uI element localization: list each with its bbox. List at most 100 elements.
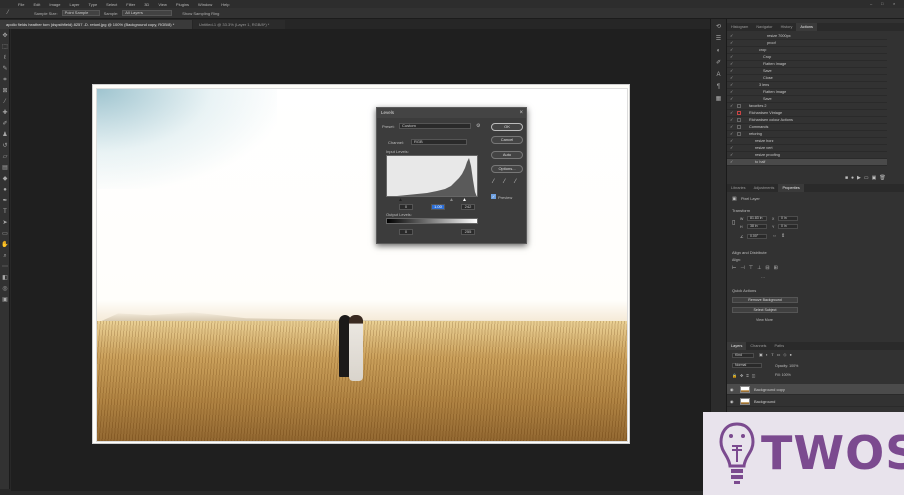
width-field[interactable]: 81.83 in: [747, 216, 767, 221]
frame-tool-icon[interactable]: ⊠: [1, 87, 9, 95]
close-icon[interactable]: ×: [893, 1, 895, 6]
tab-adjustments[interactable]: Adjustments: [750, 184, 779, 192]
height-field[interactable]: 38 in: [747, 224, 767, 229]
brush-tool-icon[interactable]: ✐: [1, 120, 9, 128]
output-gradient[interactable]: [386, 218, 478, 224]
preset-options-icon[interactable]: ⚙: [476, 123, 480, 129]
shape-tool-icon[interactable]: ▭: [1, 230, 9, 238]
quick-select-tool-icon[interactable]: ✎: [1, 65, 9, 73]
tab-layers[interactable]: Layers: [727, 342, 747, 350]
opacity-control[interactable]: Opacity: 100%: [775, 364, 798, 368]
tab-histogram[interactable]: Histogram: [727, 23, 752, 31]
more-icon[interactable]: ···: [761, 275, 765, 280]
select-subject-button[interactable]: Select Subject: [732, 307, 798, 313]
menu-layer[interactable]: Layer: [69, 2, 79, 7]
move-tool-icon[interactable]: ✥: [1, 32, 9, 40]
swatches-panel-icon[interactable]: ▦: [714, 95, 723, 103]
action-row[interactable]: ✓ Save: [727, 96, 887, 103]
sample-size-select[interactable]: Point Sample: [61, 10, 100, 16]
lock-icons[interactable]: 🔒✥⌗◫: [732, 373, 758, 378]
action-set-row[interactable]: ✓ Commands: [727, 124, 887, 131]
tab-libraries[interactable]: Libraries: [727, 184, 750, 192]
action-set-row[interactable]: ✓ favorites 2: [727, 103, 887, 110]
action-row[interactable]: ✓ to half: [727, 159, 887, 166]
cancel-button[interactable]: Cancel: [491, 136, 523, 144]
action-set-row[interactable]: ✓ Richardsen Vintage: [727, 110, 887, 117]
menu-window[interactable]: Window: [198, 2, 212, 7]
action-row[interactable]: ✓ resize vert: [727, 145, 887, 152]
align-buttons[interactable]: ⊢⊣⊤⊥⊟⊞: [732, 265, 782, 271]
action-row[interactable]: ✓ resize horz: [727, 138, 887, 145]
layer-row[interactable]: ◉ Background: [727, 396, 904, 407]
action-row[interactable]: ✓ Save: [727, 68, 887, 75]
tab-history[interactable]: History: [777, 23, 797, 31]
menu-edit[interactable]: Edit: [33, 2, 40, 7]
tab-document-1[interactable]: apollo fields heather tom (dspsthfield) …: [0, 20, 192, 29]
tab-navigator[interactable]: Navigator: [752, 23, 776, 31]
action-row[interactable]: ✓ Flatten Image: [727, 89, 887, 96]
tab-properties[interactable]: Properties: [778, 184, 804, 192]
menu-image[interactable]: Image: [49, 2, 60, 7]
blur-tool-icon[interactable]: ◆: [1, 175, 9, 183]
fill-control[interactable]: Fill: 100%: [775, 373, 791, 377]
properties-panel-icon[interactable]: ☰: [714, 35, 723, 43]
minimize-icon[interactable]: –: [870, 1, 872, 6]
action-row[interactable]: ✓ resize proofing: [727, 152, 887, 159]
preset-select[interactable]: Custom: [399, 123, 471, 129]
close-icon[interactable]: ×: [519, 108, 523, 118]
white-eyedropper-icon[interactable]: ⁄: [515, 179, 516, 185]
input-black-field[interactable]: 0: [399, 204, 413, 210]
menu-3d[interactable]: 3D: [144, 2, 149, 7]
blend-mode-select[interactable]: Normal: [732, 363, 762, 368]
crop-tool-icon[interactable]: ⌗: [1, 76, 9, 84]
action-row[interactable]: ✓ 3 lens: [727, 82, 887, 89]
output-white-field[interactable]: 255: [461, 229, 475, 235]
hand-tool-icon[interactable]: ✋: [1, 241, 9, 249]
menu-file[interactable]: File: [18, 2, 24, 7]
character-panel-icon[interactable]: A: [714, 71, 723, 79]
adjustments-panel-icon[interactable]: ◐: [714, 47, 723, 55]
eraser-tool-icon[interactable]: ▱: [1, 153, 9, 161]
y-field[interactable]: 0 in: [778, 224, 798, 229]
white-point-slider[interactable]: ▲: [462, 197, 467, 203]
zoom-tool-icon[interactable]: ⌕: [1, 252, 9, 260]
color-swatches-icon[interactable]: ◧: [1, 274, 9, 282]
black-eyedropper-icon[interactable]: ⁄: [493, 179, 494, 185]
x-field[interactable]: 0 in: [778, 216, 798, 221]
action-row[interactable]: ✓ Flatten Image: [727, 61, 887, 68]
show-sampling-ring-checkbox[interactable]: Show Sampling Ring: [182, 11, 219, 16]
sample-select[interactable]: All Layers: [122, 10, 173, 16]
history-brush-icon[interactable]: ↺: [1, 142, 9, 150]
dodge-tool-icon[interactable]: ●: [1, 186, 9, 194]
actions-controls[interactable]: ■●▶▭▣🗑: [845, 175, 889, 181]
gradient-tool-icon[interactable]: ▤: [1, 164, 9, 172]
action-row[interactable]: ✓ Close: [727, 75, 887, 82]
link-icon[interactable]: ▯: [732, 219, 735, 226]
angle-field[interactable]: 0.00°: [747, 234, 767, 239]
input-midtone-field[interactable]: 1.00: [431, 204, 445, 210]
layer-filter-icons[interactable]: ▣◐T▭◇●: [759, 352, 795, 357]
paragraph-panel-icon[interactable]: ¶: [714, 83, 723, 91]
path-select-icon[interactable]: ➤: [1, 219, 9, 227]
quick-mask-icon[interactable]: ◎: [1, 285, 9, 293]
action-row[interactable]: ✓ resize 7000px: [727, 33, 887, 40]
more-tools-icon[interactable]: ⋯: [1, 263, 9, 271]
preview-checkbox[interactable]: ✓: [491, 194, 496, 199]
gray-eyedropper-icon[interactable]: ⁄: [504, 179, 505, 185]
action-row[interactable]: ✓ proof: [727, 40, 887, 47]
input-white-field[interactable]: 242: [461, 204, 475, 210]
eye-icon[interactable]: ◉: [730, 384, 734, 395]
menu-help[interactable]: Help: [221, 2, 229, 7]
healing-tool-icon[interactable]: ✚: [1, 109, 9, 117]
action-set-row[interactable]: ✓ Richardsen colour Actions: [727, 117, 887, 124]
tab-paths[interactable]: Paths: [770, 342, 788, 350]
marquee-tool-icon[interactable]: ⬚: [1, 43, 9, 51]
action-row[interactable]: ✓ crop: [727, 47, 887, 54]
remove-background-button[interactable]: Remove Background: [732, 297, 798, 303]
menu-select[interactable]: Select: [106, 2, 117, 7]
action-row[interactable]: ✓ Crop: [727, 54, 887, 61]
lasso-tool-icon[interactable]: ℓ: [1, 54, 9, 62]
eyedropper-icon[interactable]: ⁄: [4, 9, 12, 17]
type-tool-icon[interactable]: T: [1, 208, 9, 216]
menu-view[interactable]: View: [158, 2, 167, 7]
